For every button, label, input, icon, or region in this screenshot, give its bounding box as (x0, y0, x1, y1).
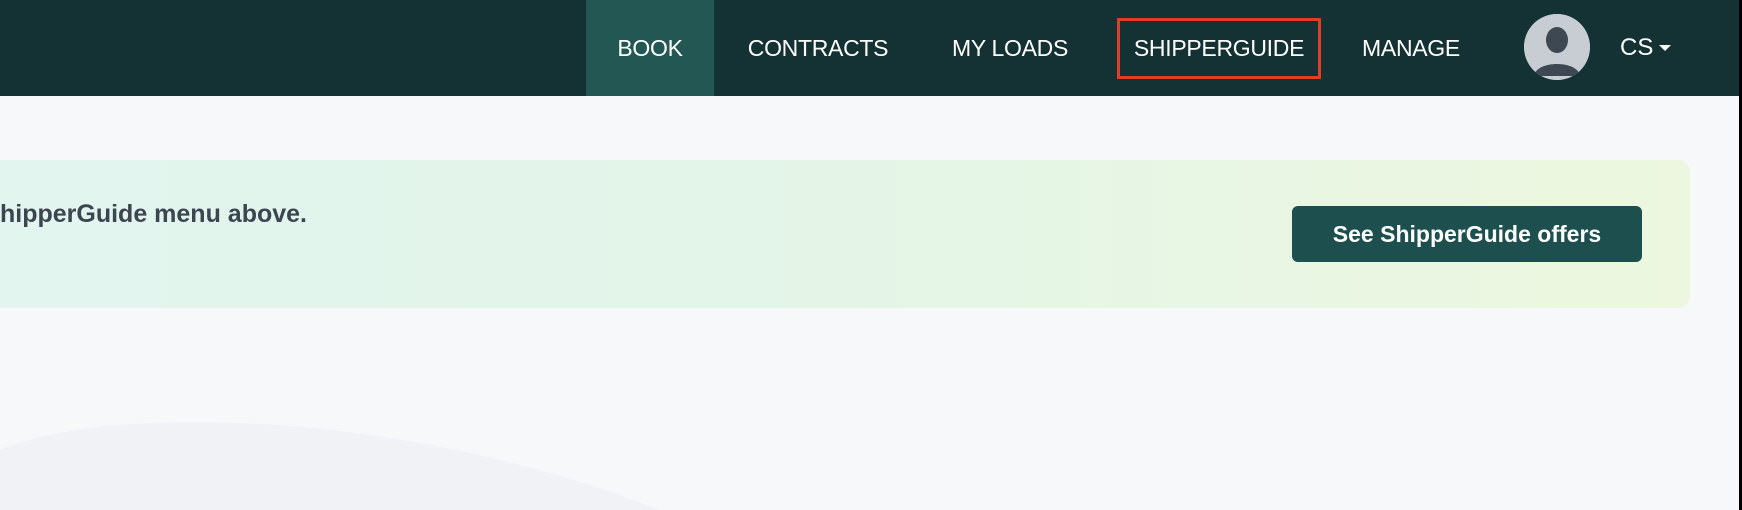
user-avatar-icon[interactable] (1524, 14, 1590, 80)
user-initials: CS (1620, 34, 1654, 61)
top-navbar: BOOK CONTRACTS MY LOADS SHIPPERGUIDE MAN… (0, 0, 1739, 96)
banner-text: hipperGuide menu above. (0, 200, 307, 228)
see-shipperguide-offers-button[interactable]: See ShipperGuide offers (1292, 206, 1642, 262)
user-menu[interactable]: CS (1620, 0, 1672, 96)
nav-book[interactable]: BOOK (586, 0, 714, 96)
nav-manage[interactable]: MANAGE (1352, 0, 1470, 96)
caret-down-icon (1659, 45, 1672, 51)
nav-contracts[interactable]: CONTRACTS (736, 0, 900, 96)
nav-shipperguide[interactable]: SHIPPERGUIDE (1117, 18, 1321, 79)
background-decoration (0, 421, 660, 510)
nav-my-loads[interactable]: MY LOADS (944, 0, 1076, 96)
